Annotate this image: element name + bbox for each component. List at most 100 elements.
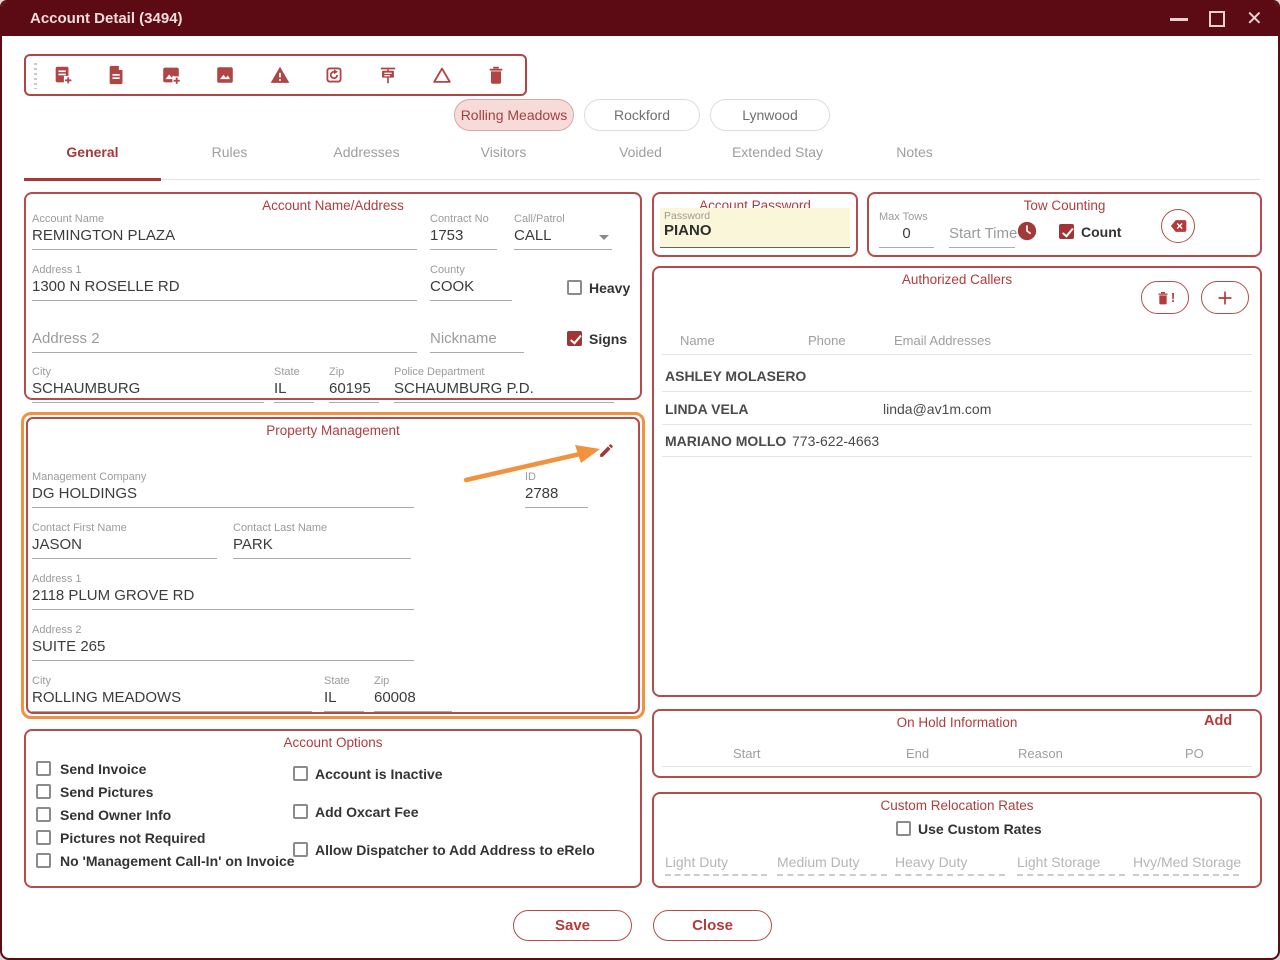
pm-state-field[interactable]: State IL <box>324 674 364 712</box>
send-pictures-label: Send Pictures <box>60 784 153 800</box>
caller-row-name[interactable]: LINDA VELA <box>665 401 748 417</box>
hvy-med-storage-field[interactable]: Hvy/Med Storage <box>1133 854 1239 876</box>
field-value: CALL <box>514 226 612 245</box>
warning-icon[interactable] <box>267 62 293 88</box>
exclamation-mark: ! <box>1171 290 1175 305</box>
document-icon[interactable] <box>104 62 130 88</box>
city-field[interactable]: City SCHAUMBURG <box>32 365 264 403</box>
count-label: Count <box>1081 224 1121 240</box>
close-icon[interactable]: ✕ <box>1246 7 1263 31</box>
medium-duty-field[interactable]: Medium Duty <box>777 854 887 876</box>
clear-tow-count-button[interactable] <box>1161 209 1195 243</box>
panel-title: Custom Relocation Rates <box>654 798 1260 813</box>
note-add-icon[interactable] <box>50 62 76 88</box>
tab-voided[interactable]: Voided <box>572 144 709 170</box>
location-tab-rolling-meadows[interactable]: Rolling Meadows <box>454 99 574 131</box>
panel-title: Property Management <box>28 423 638 438</box>
caller-row-name[interactable]: MARIANO MOLLO <box>665 433 786 449</box>
nickname-field[interactable]: Nickname <box>430 315 524 353</box>
tab-notes[interactable]: Notes <box>846 144 983 170</box>
copy-refresh-icon[interactable] <box>321 62 347 88</box>
light-duty-field[interactable]: Light Duty <box>665 854 767 876</box>
add-photo-icon[interactable] <box>158 62 184 88</box>
pm-zip-field[interactable]: Zip 60008 <box>374 674 452 712</box>
send-owner-info-checkbox[interactable] <box>36 807 51 822</box>
field-label: Management Company <box>32 470 414 484</box>
send-invoice-label: Send Invoice <box>60 761 146 777</box>
tab-visitors[interactable]: Visitors <box>435 144 572 170</box>
toolbar-drag-handle[interactable] <box>34 63 37 89</box>
max-tows-field[interactable]: Max Tows 0 <box>879 210 934 248</box>
county-field[interactable]: County COOK <box>430 263 512 301</box>
add-oxcart-fee-label: Add Oxcart Fee <box>315 804 418 820</box>
address1-field[interactable]: Address 1 1300 N ROSELLE RD <box>32 263 417 301</box>
delete-caller-button[interactable]: ! <box>1141 281 1189 314</box>
location-tab-rockford[interactable]: Rockford <box>584 99 700 131</box>
field-value: DG HOLDINGS <box>32 484 414 503</box>
add-oxcart-fee-checkbox[interactable] <box>293 804 308 819</box>
call-patrol-select[interactable]: Call/Patrol CALL <box>514 212 612 250</box>
trash-icon[interactable] <box>483 62 509 88</box>
no-management-callin-checkbox[interactable] <box>36 853 51 868</box>
send-pictures-checkbox[interactable] <box>36 784 51 799</box>
police-department-field[interactable]: Police Department SCHAUMBURG P.D. <box>394 365 614 403</box>
clock-icon[interactable] <box>1016 220 1038 247</box>
start-time-field[interactable]: Start Time <box>949 210 1015 248</box>
field-value: IL <box>324 688 364 707</box>
contact-first-name-field[interactable]: Contact First Name JASON <box>32 521 217 559</box>
account-inactive-checkbox[interactable] <box>293 766 308 781</box>
field-label: Account Name <box>32 212 417 226</box>
pictures-not-required-checkbox[interactable] <box>36 830 51 845</box>
field-label: Address 2 <box>32 623 414 637</box>
zip-field[interactable]: Zip 60195 <box>329 365 379 403</box>
send-invoice-checkbox[interactable] <box>36 761 51 776</box>
onhold-col-start: Start <box>733 746 760 761</box>
pm-address2-field[interactable]: Address 2 SUITE 265 <box>32 623 414 661</box>
contact-last-name-field[interactable]: Contact Last Name PARK <box>233 521 411 559</box>
account-name-field[interactable]: Account Name REMINGTON PLAZA <box>32 212 417 250</box>
tab-rules[interactable]: Rules <box>161 144 298 170</box>
use-custom-rates-checkbox[interactable] <box>896 821 911 836</box>
edit-pencil-icon[interactable] <box>598 442 615 464</box>
field-placeholder: Medium Duty <box>777 854 887 872</box>
tab-addresses[interactable]: Addresses <box>298 144 435 170</box>
add-caller-button[interactable] <box>1201 281 1249 314</box>
location-tab-lynwood[interactable]: Lynwood <box>710 99 830 131</box>
field-value: 2118 PLUM GROVE RD <box>32 586 414 605</box>
state-field[interactable]: State IL <box>274 365 314 403</box>
panel-title: Account Name/Address <box>26 198 640 213</box>
triangle-icon[interactable] <box>429 62 455 88</box>
field-value: 1300 N ROSELLE RD <box>32 277 417 296</box>
maximize-icon[interactable] <box>1209 11 1225 27</box>
count-checkbox[interactable] <box>1059 224 1074 239</box>
light-storage-field[interactable]: Light Storage <box>1017 854 1125 876</box>
heavy-duty-field[interactable]: Heavy Duty <box>895 854 1005 876</box>
close-button[interactable]: Close <box>653 910 772 941</box>
pm-address1-field[interactable]: Address 1 2118 PLUM GROVE RD <box>32 572 414 610</box>
field-value: 60195 <box>329 379 379 398</box>
minimize-icon[interactable] <box>1170 18 1188 21</box>
photo-icon[interactable] <box>212 62 238 88</box>
save-button[interactable]: Save <box>513 910 632 941</box>
field-placeholder: Address 2 <box>32 329 417 348</box>
contract-no-field[interactable]: Contract No 1753 <box>430 212 497 250</box>
management-id-field[interactable]: ID 2788 <box>525 470 588 508</box>
table-divider <box>662 456 1252 457</box>
field-placeholder: Heavy Duty <box>895 854 1005 872</box>
on-hold-panel: On Hold Information <box>652 709 1262 778</box>
allow-dispatcher-checkbox[interactable] <box>293 842 308 857</box>
password-field[interactable]: Password PIANO <box>660 208 850 248</box>
tab-general[interactable]: General <box>24 144 161 170</box>
add-hold-button[interactable]: Add <box>1204 713 1232 729</box>
field-label: County <box>430 263 512 277</box>
heavy-checkbox[interactable] <box>567 280 582 295</box>
signpost-icon[interactable] <box>375 62 401 88</box>
address2-field[interactable]: Address 2 <box>32 315 417 353</box>
pm-city-field[interactable]: City ROLLING MEADOWS <box>32 674 312 712</box>
signs-checkbox[interactable] <box>567 331 582 346</box>
caller-row-name[interactable]: ASHLEY MOLASERO <box>665 368 806 384</box>
onhold-col-po: PO <box>1185 746 1204 761</box>
authorized-callers-panel: Authorized Callers <box>652 266 1262 697</box>
management-company-field[interactable]: Management Company DG HOLDINGS <box>32 470 414 508</box>
tab-extended-stay[interactable]: Extended Stay <box>709 144 846 170</box>
